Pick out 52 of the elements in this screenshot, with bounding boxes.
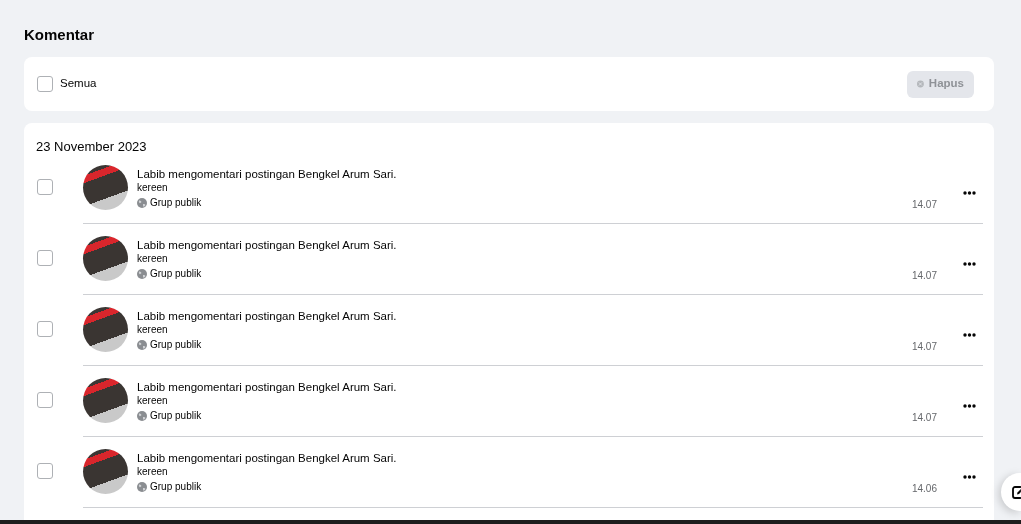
- row-checkbox[interactable]: [37, 250, 53, 266]
- more-icon: [963, 475, 976, 479]
- more-options-button[interactable]: [963, 475, 976, 479]
- time-text: 14.06: [911, 483, 937, 495]
- avatar-photo-placeholder: [83, 378, 128, 423]
- globe-icon: [137, 339, 147, 350]
- audience-text: Grup publik: [150, 480, 202, 494]
- more-icon: [963, 333, 976, 337]
- select-all-label[interactable]: Semua: [60, 77, 97, 91]
- more-options-button[interactable]: [963, 191, 976, 195]
- activity-text[interactable]: Labib mengomentari postingan Bengkel Arum Sari.: [137, 238, 397, 252]
- select-all-checkbox[interactable]: [37, 76, 53, 92]
- more-icon: [963, 404, 976, 408]
- row-checkbox[interactable]: [37, 392, 53, 408]
- avatar-photo-placeholder: [83, 307, 128, 352]
- globe-icon: [137, 268, 147, 279]
- more-options-button[interactable]: [963, 262, 976, 266]
- time-text: 14.07: [911, 341, 937, 353]
- globe-icon: [137, 197, 147, 208]
- avatar-photo-placeholder: [83, 165, 128, 210]
- comment-text: kereen: [137, 465, 168, 479]
- activity-text[interactable]: Labib mengomentari postingan Bengkel Arum Sari.: [137, 380, 397, 394]
- compose-button[interactable]: [1001, 473, 1021, 511]
- more-icon: [963, 262, 976, 266]
- audience-text: Grup publik: [150, 409, 202, 423]
- more-icon: [963, 191, 976, 195]
- time-text: 14.07: [911, 199, 937, 211]
- edit-icon: [1012, 485, 1021, 499]
- comment-text: kereen: [137, 252, 168, 266]
- date-heading: 23 November 2023: [36, 139, 147, 155]
- globe-icon: [137, 481, 147, 492]
- activity-text[interactable]: Labib mengomentari postingan Bengkel Arum Sari.: [137, 309, 397, 323]
- close-circle-icon: [917, 78, 924, 90]
- audience-text: Grup publik: [150, 267, 202, 281]
- activity-text[interactable]: Labib mengomentari postingan Bengkel Arum Sari.: [137, 451, 397, 465]
- audience-text: Grup publik: [150, 196, 202, 210]
- time-text: 14.07: [911, 270, 937, 282]
- row-checkbox[interactable]: [37, 321, 53, 337]
- more-options-button[interactable]: [963, 333, 976, 337]
- avatar-photo-placeholder: [83, 449, 128, 494]
- row-checkbox[interactable]: [37, 179, 53, 195]
- activity-text[interactable]: Labib mengomentari postingan Bengkel Arum Sari.: [137, 167, 397, 181]
- comment-text: kereen: [137, 323, 168, 337]
- globe-icon: [137, 410, 147, 421]
- comment-text: kereen: [137, 181, 168, 195]
- page-title: Komentar: [24, 26, 94, 44]
- time-text: 14.07: [911, 412, 937, 424]
- comment-text: kereen: [137, 394, 168, 408]
- avatar-photo-placeholder: [83, 236, 128, 281]
- audience-text: Grup publik: [150, 338, 202, 352]
- more-options-button[interactable]: [963, 404, 976, 408]
- row-checkbox[interactable]: [37, 463, 53, 479]
